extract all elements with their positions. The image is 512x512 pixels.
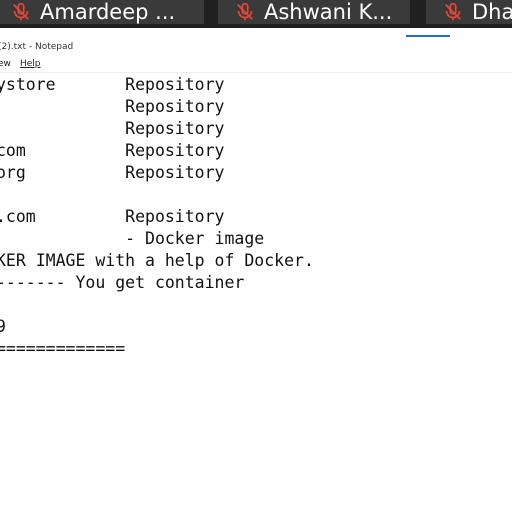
window-titlebar[interactable]: (2).txt - Notepad xyxy=(0,38,512,56)
text-line: - Docker image xyxy=(0,229,265,248)
participant-name: Amardeep ... xyxy=(40,0,176,24)
taskbar: Amardeep ... Ashwani K... Dha xyxy=(0,0,512,28)
window-title: (2).txt - Notepad xyxy=(0,42,74,52)
participant-tile-ashwani[interactable]: Ashwani K... xyxy=(218,0,410,24)
participant-tile-amardeep[interactable]: Amardeep ... xyxy=(0,0,204,24)
mic-muted-icon xyxy=(445,2,461,21)
notepad-window: (2).txt - Notepad ew Help ystore Reposit… xyxy=(0,38,512,512)
mic-muted-icon xyxy=(13,2,29,21)
text-line: Repository xyxy=(0,119,225,138)
text-line: ystore Repository xyxy=(0,75,225,94)
participant-tile-dha[interactable]: Dha xyxy=(426,0,512,24)
text-line: Repository xyxy=(0,97,225,116)
participant-name: Dha xyxy=(472,0,512,24)
text-line: ============= xyxy=(0,339,126,358)
text-line: .com Repository xyxy=(0,207,225,226)
participant-name: Ashwani K... xyxy=(264,0,393,24)
menu-bar: ew Help xyxy=(0,56,512,73)
menu-view[interactable]: ew xyxy=(0,59,11,69)
mic-muted-icon xyxy=(237,2,253,21)
text-line: com Repository xyxy=(0,141,225,160)
text-line: KER IMAGE with a help of Docker. xyxy=(0,251,314,270)
text-line: org Repository xyxy=(0,163,225,182)
text-editor[interactable]: ystore Repository Repository Repository … xyxy=(0,74,512,512)
menu-help[interactable]: Help xyxy=(20,59,41,69)
text-line: ------- You get container xyxy=(0,273,245,292)
active-indicator xyxy=(406,35,450,37)
text-line: 9 xyxy=(0,317,6,336)
